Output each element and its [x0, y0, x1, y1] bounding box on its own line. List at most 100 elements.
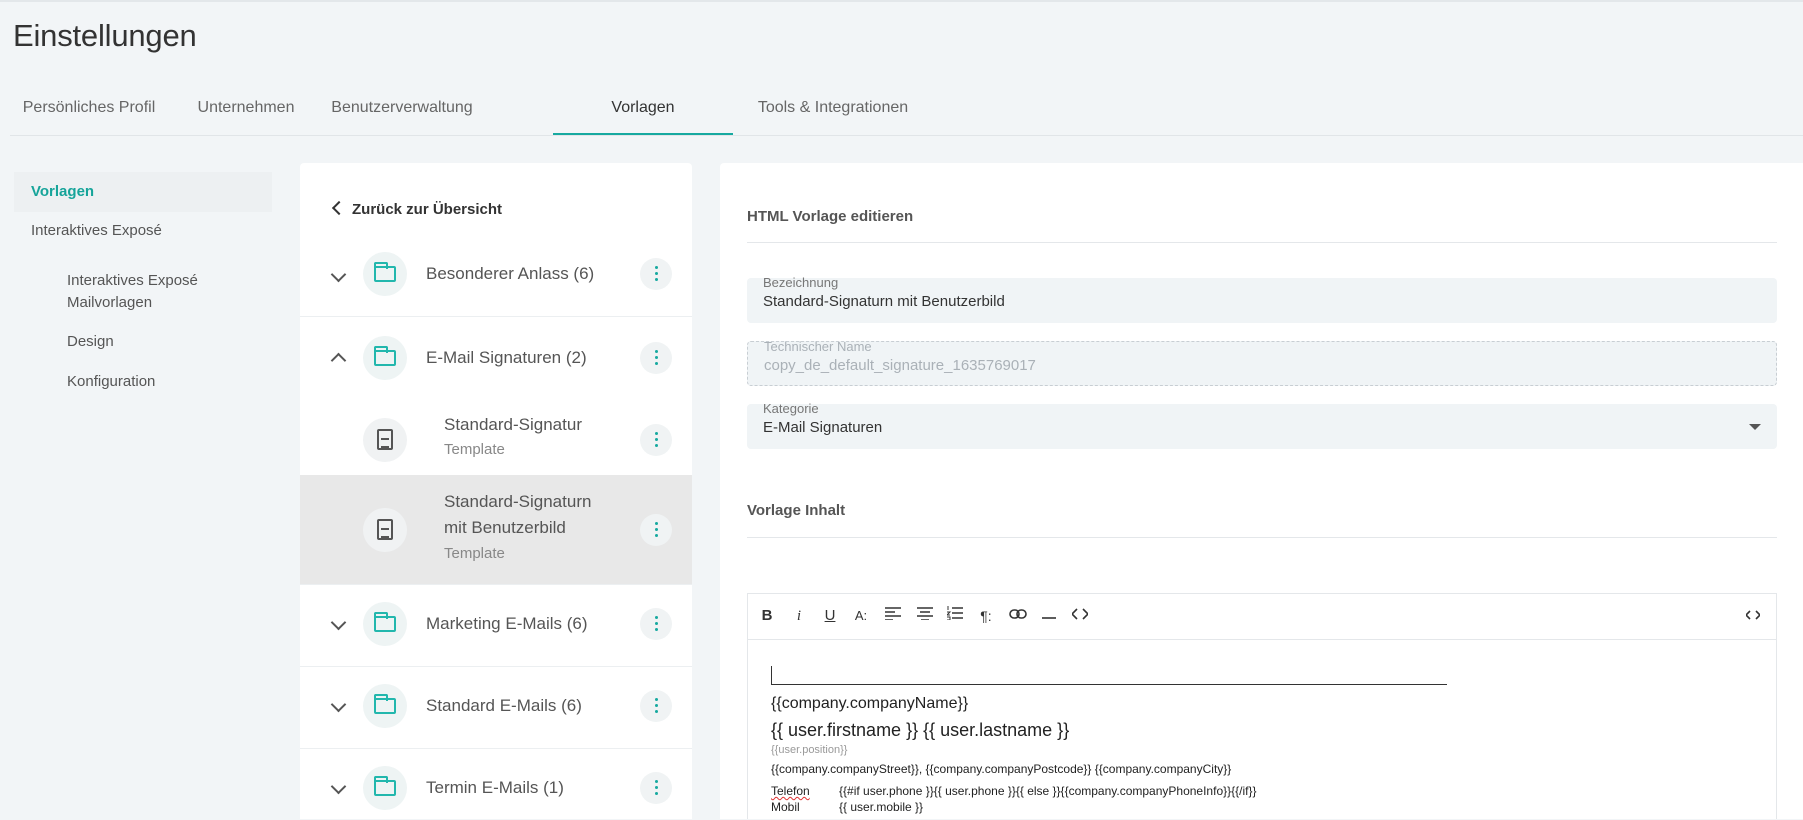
more-vertical-icon[interactable]: [640, 608, 672, 640]
folder-icon: [374, 694, 396, 714]
tab-vorlagen[interactable]: Vorlagen: [553, 80, 733, 135]
chevron-down-icon[interactable]: [330, 778, 347, 795]
bezeichnung-field[interactable]: Bezeichnung Standard-Signaturn mit Benut…: [747, 275, 1777, 323]
document-icon: [377, 429, 393, 450]
template-editor-panel: HTML Vorlage editieren Bezeichnung Stand…: [720, 163, 1803, 819]
divider: [747, 537, 1777, 538]
italic-icon[interactable]: i: [792, 606, 806, 626]
horizontal-rule-icon[interactable]: [1040, 606, 1058, 626]
back-to-overview-link[interactable]: Zurück zur Übersicht: [331, 200, 503, 218]
template-label-line1: Standard-Signaturn: [444, 492, 592, 511]
document-icon: [377, 519, 393, 540]
bezeichnung-value: Standard-Signaturn mit Benutzerbild: [763, 293, 1005, 310]
company-name-line: {{company.companyName}}: [771, 695, 968, 713]
more-vertical-icon[interactable]: [640, 424, 672, 456]
paragraph-icon[interactable]: ¶:: [977, 606, 995, 626]
tab-benutzerverwaltung[interactable]: Benutzerverwaltung: [320, 80, 484, 134]
nav-expose-mailvorlagen[interactable]: Interaktives Exposé Mailvorlagen: [67, 270, 227, 314]
section-title: HTML Vorlage editieren: [747, 208, 914, 225]
link-icon[interactable]: [1008, 606, 1028, 626]
tab-tools-integrationen[interactable]: Tools & Integrationen: [743, 80, 923, 134]
kategorie-select[interactable]: Kategorie E-Mail Signaturen: [747, 401, 1777, 449]
source-code-toggle-icon[interactable]: [1744, 606, 1762, 626]
template-row-selected[interactable]: Standard-Signaturn mit Benutzerbild Temp…: [300, 475, 692, 585]
user-name-placeholder: {{ user.firstname }} {{ user.lastname }}: [771, 720, 1070, 740]
kategorie-value: E-Mail Signaturen: [763, 419, 883, 436]
user-name-line: {{ user.firstname }} {{ user.lastname }}: [771, 720, 1069, 741]
folder-icon: [374, 262, 396, 282]
nav-design[interactable]: Design: [67, 331, 114, 353]
folder-row[interactable]: Besonderer Anlass (6): [300, 233, 692, 317]
underline-icon[interactable]: U: [822, 606, 838, 626]
folder-icon: [374, 346, 396, 366]
technischer-name-label: Technischer Name: [764, 339, 872, 354]
editor-toolbar: B i U A: ¶:: [748, 594, 1776, 640]
folder-row[interactable]: E-Mail Signaturen (2): [300, 317, 692, 399]
dropdown-arrow-icon[interactable]: [1749, 424, 1761, 430]
address-placeholder: {{company.companyStreet}}, {{company.com…: [771, 762, 1232, 776]
bold-icon[interactable]: B: [760, 606, 774, 626]
telefon-placeholder: {{#if user.phone }}{{ user.phone }}{{ el…: [839, 784, 1257, 798]
font-size-icon[interactable]: A:: [852, 606, 870, 626]
more-vertical-icon[interactable]: [640, 342, 672, 374]
document-icon-circle: [363, 418, 407, 462]
folder-icon-circle: [363, 252, 407, 296]
bezeichnung-label: Bezeichnung: [763, 275, 839, 290]
page-title: Einstellungen: [13, 18, 197, 53]
folder-icon: [374, 612, 396, 632]
more-vertical-icon[interactable]: [640, 258, 672, 290]
rich-text-editor[interactable]: B i U A: ¶: {{company.companyName}} {{u…: [747, 593, 1777, 819]
address-line: {{company.companyStreet}}, {{company.com…: [771, 762, 1231, 776]
folder-row[interactable]: Termin E-Mails (1): [300, 749, 692, 819]
document-icon-circle: [363, 508, 407, 552]
chevron-up-icon[interactable]: [330, 352, 347, 369]
editor-content[interactable]: {{company.companyName}} {{ user.firstnam…: [748, 640, 1776, 820]
top-border: [0, 0, 1803, 2]
position-line: {{user.position}}: [771, 744, 847, 756]
folder-label: Marketing E-Mails (6): [426, 614, 588, 633]
mobil-label: Mobil: [771, 800, 800, 814]
signature-divider-line: [771, 666, 1447, 685]
chevron-down-icon[interactable]: [330, 614, 347, 631]
technischer-name-field: Technischer Name copy_de_default_signatu…: [747, 339, 1777, 386]
divider: [747, 242, 1777, 243]
folder-label: Besonderer Anlass (6): [426, 264, 595, 283]
content-title: Vorlage Inhalt: [747, 502, 846, 519]
chevron-down-icon[interactable]: [330, 696, 347, 713]
align-center-icon[interactable]: [916, 606, 934, 626]
more-vertical-icon[interactable]: [640, 772, 672, 804]
telefon-label: Telefon: [771, 784, 810, 798]
telefon-line: Telefon {{#if user.phone }}{{ user.phone …: [771, 784, 1257, 798]
tab-persoenliches-profil[interactable]: Persönliches Profil: [10, 80, 168, 134]
mobil-placeholder: {{ user.mobile }}: [839, 800, 924, 814]
template-row[interactable]: Standard-Signatur Template: [300, 399, 692, 481]
more-vertical-icon[interactable]: [640, 690, 672, 722]
chevron-left-icon: [331, 200, 347, 216]
folder-icon-circle: [363, 766, 407, 810]
back-label: Zurück zur Übersicht: [352, 201, 503, 218]
mobil-line: Mobil {{ user.mobile }}: [771, 800, 923, 814]
folder-icon-circle: [363, 602, 407, 646]
folder-icon-circle: [363, 336, 407, 380]
position-placeholder: {{user.position}}: [771, 744, 848, 756]
nav-interaktives-expose[interactable]: Interaktives Exposé: [14, 211, 272, 251]
tab-unternehmen[interactable]: Unternehmen: [182, 80, 310, 134]
folder-row[interactable]: Standard E-Mails (6): [300, 667, 692, 749]
folder-row[interactable]: Marketing E-Mails (6): [300, 585, 692, 667]
template-label-line2: mit Benutzerbild: [444, 518, 566, 537]
folder-icon: [374, 776, 396, 796]
align-left-icon[interactable]: [884, 606, 902, 626]
kategorie-label: Kategorie: [763, 401, 819, 416]
nav-vorlagen[interactable]: Vorlagen: [14, 172, 272, 212]
folder-label: E-Mail Signaturen (2): [426, 348, 587, 367]
ordered-list-icon[interactable]: [945, 606, 964, 626]
more-vertical-icon[interactable]: [640, 514, 672, 546]
folder-icon-circle: [363, 684, 407, 728]
template-label: Standard-Signatur: [444, 415, 582, 434]
folder-label: Standard E-Mails (6): [426, 696, 582, 715]
template-type: Template: [444, 545, 505, 562]
nav-konfiguration[interactable]: Konfiguration: [67, 371, 155, 393]
template-list-panel: Zurück zur Übersicht Besonderer Anlass (…: [300, 163, 692, 819]
code-icon[interactable]: [1070, 606, 1090, 626]
chevron-down-icon[interactable]: [330, 266, 347, 283]
